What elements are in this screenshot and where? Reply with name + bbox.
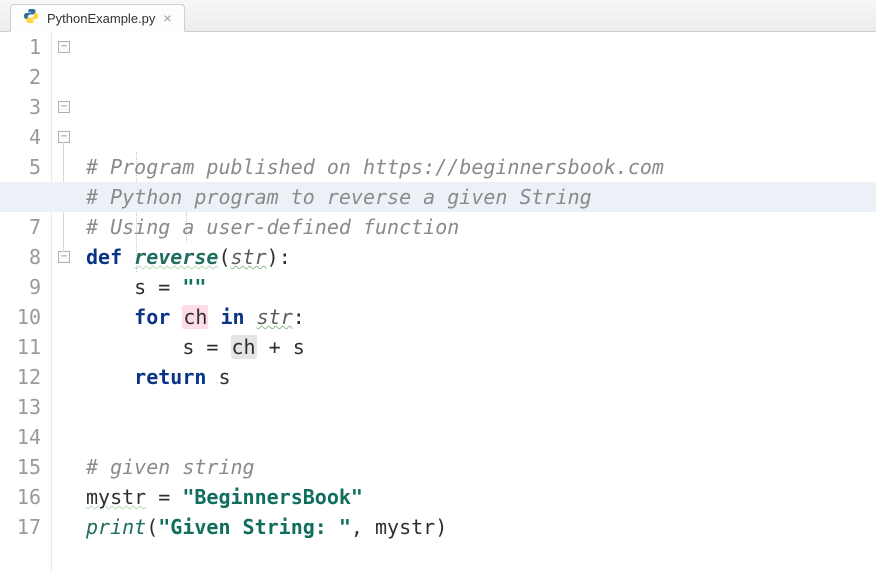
token: ch bbox=[182, 305, 208, 329]
token: ( bbox=[146, 515, 158, 539]
close-tab-icon[interactable]: × bbox=[163, 10, 171, 26]
token bbox=[86, 365, 134, 389]
line-number: 15 bbox=[0, 452, 41, 482]
token bbox=[86, 335, 182, 359]
token: # Program published on https://beginners… bbox=[86, 155, 664, 179]
line-number: 4 bbox=[0, 122, 41, 152]
line-number: 11 bbox=[0, 332, 41, 362]
code-line[interactable] bbox=[80, 542, 876, 572]
token: reverse bbox=[134, 245, 218, 269]
code-line[interactable]: return s bbox=[80, 362, 876, 392]
token: ( bbox=[218, 245, 230, 269]
token: ) bbox=[267, 245, 279, 269]
token: : bbox=[279, 245, 291, 269]
line-number-gutter: 1234567891011121314151617 bbox=[0, 32, 52, 572]
token: = bbox=[146, 485, 182, 509]
token: def bbox=[86, 245, 134, 269]
code-line[interactable]: def reverse(str): bbox=[80, 242, 876, 272]
token: + s bbox=[257, 335, 305, 359]
code-line[interactable] bbox=[80, 392, 876, 422]
token: for bbox=[134, 305, 182, 329]
line-number: 17 bbox=[0, 512, 41, 542]
token: s = bbox=[182, 335, 230, 359]
token: # given string bbox=[86, 455, 255, 479]
python-file-icon bbox=[23, 8, 39, 28]
token bbox=[86, 305, 134, 329]
line-number: 10 bbox=[0, 302, 41, 332]
line-number: 2 bbox=[0, 62, 41, 92]
token: "BeginnersBook" bbox=[182, 485, 363, 509]
token: # Using a user-defined function bbox=[86, 215, 459, 239]
line-number: 3 bbox=[0, 92, 41, 122]
token: mystr bbox=[86, 485, 146, 509]
token: ch bbox=[231, 335, 257, 359]
token: s bbox=[218, 365, 230, 389]
fold-open-icon[interactable]: − bbox=[58, 131, 70, 143]
token: str bbox=[231, 245, 267, 269]
token: "" bbox=[182, 275, 206, 299]
code-line[interactable]: # given string bbox=[80, 452, 876, 482]
line-number: 13 bbox=[0, 392, 41, 422]
line-number: 9 bbox=[0, 272, 41, 302]
token: : bbox=[293, 305, 305, 329]
line-number: 12 bbox=[0, 362, 41, 392]
code-line[interactable]: s = "" bbox=[80, 272, 876, 302]
fold-open-icon[interactable]: − bbox=[58, 101, 70, 113]
code-editor[interactable]: 1234567891011121314151617 −−−− # Program… bbox=[0, 32, 876, 572]
token: s = bbox=[134, 275, 182, 299]
fold-open-icon[interactable]: − bbox=[58, 41, 70, 53]
token bbox=[208, 305, 220, 329]
line-number: 8 bbox=[0, 242, 41, 272]
token: "Given String: " bbox=[158, 515, 351, 539]
code-line[interactable]: s = ch + s bbox=[80, 332, 876, 362]
code-line[interactable] bbox=[80, 422, 876, 452]
token: , mystr) bbox=[351, 515, 447, 539]
token: print bbox=[86, 515, 146, 539]
token: in bbox=[220, 305, 256, 329]
code-area[interactable]: # Program published on https://beginners… bbox=[80, 32, 876, 572]
fold-column: − − − − bbox=[52, 32, 80, 572]
tab-filename: PythonExample.py bbox=[47, 11, 155, 26]
fold-close-icon[interactable]: − bbox=[58, 251, 70, 263]
code-line[interactable]: print("Given String: ", mystr) bbox=[80, 512, 876, 542]
code-line[interactable]: # Program published on https://beginners… bbox=[80, 152, 876, 182]
file-tab[interactable]: PythonExample.py × bbox=[10, 4, 185, 32]
line-number: 14 bbox=[0, 422, 41, 452]
code-line[interactable]: # Python program to reverse a given Stri… bbox=[80, 182, 876, 212]
code-line[interactable]: # Using a user-defined function bbox=[80, 212, 876, 242]
token bbox=[86, 275, 134, 299]
line-number: 7 bbox=[0, 212, 41, 242]
code-line[interactable]: for ch in str: bbox=[80, 302, 876, 332]
token: return bbox=[134, 365, 218, 389]
line-number: 1 bbox=[0, 32, 41, 62]
token: str bbox=[257, 305, 293, 329]
code-line[interactable]: mystr = "BeginnersBook" bbox=[80, 482, 876, 512]
token: # Python program to reverse a given Stri… bbox=[86, 185, 592, 209]
tab-bar: PythonExample.py × bbox=[0, 0, 876, 32]
line-number: 16 bbox=[0, 482, 41, 512]
line-number: 5 bbox=[0, 152, 41, 182]
